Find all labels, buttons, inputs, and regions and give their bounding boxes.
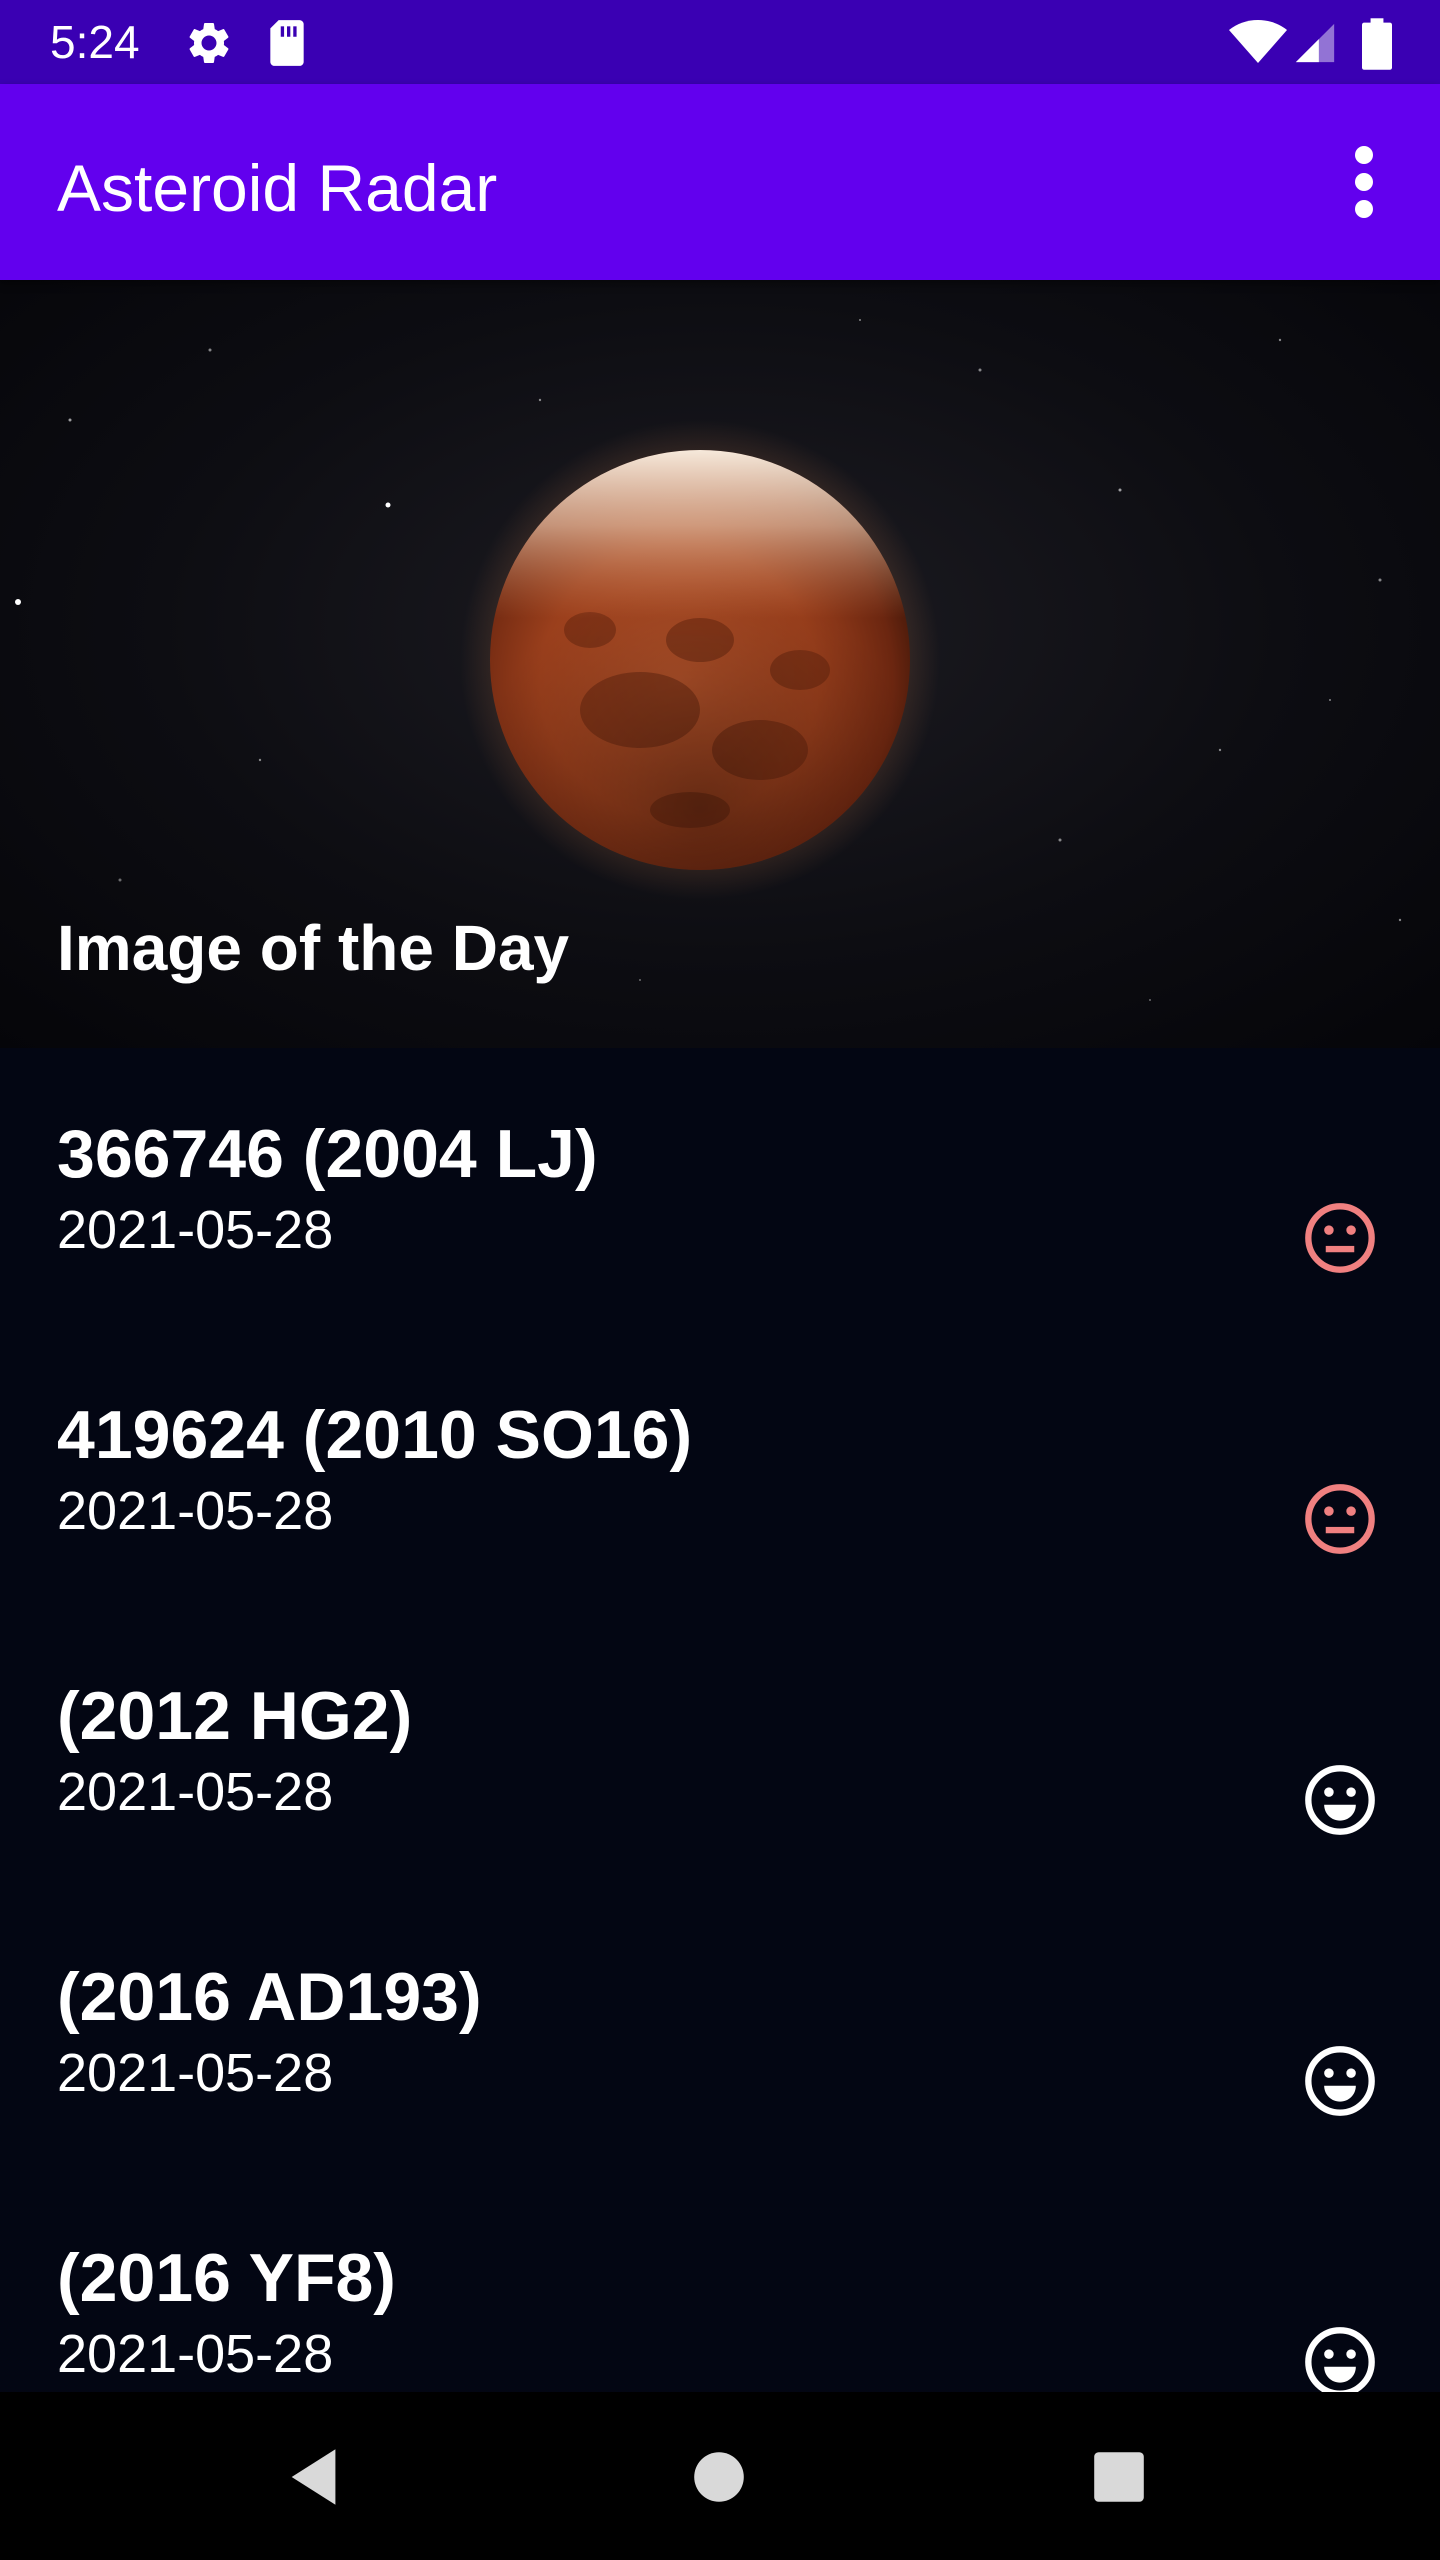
cell-signal-icon bbox=[1295, 23, 1335, 63]
app-bar: Asteroid Radar bbox=[0, 84, 1440, 280]
asteroid-date: 2021-05-28 bbox=[57, 2324, 334, 2384]
asteroid-date: 2021-05-28 bbox=[57, 1762, 334, 1822]
asteroid-name: 419624 (2010 SO16) bbox=[57, 1397, 693, 1473]
list-item[interactable]: 366746 (2004 LJ) 2021-05-28 bbox=[0, 1048, 1440, 1329]
list-item[interactable]: (2016 YF8) 2021-05-28 bbox=[0, 2172, 1440, 2392]
asteroid-name: (2016 YF8) bbox=[57, 2240, 396, 2316]
list-item[interactable]: (2012 HG2) 2021-05-28 bbox=[0, 1610, 1440, 1891]
sd-card-icon bbox=[270, 20, 304, 66]
home-icon[interactable] bbox=[684, 2442, 754, 2512]
asteroid-date: 2021-05-28 bbox=[57, 1200, 334, 1260]
image-of-the-day[interactable]: Image of the Day bbox=[0, 280, 1440, 1048]
list-item[interactable]: 419624 (2010 SO16) 2021-05-28 bbox=[0, 1329, 1440, 1610]
asteroid-date: 2021-05-28 bbox=[57, 1481, 334, 1541]
asteroid-list[interactable]: 366746 (2004 LJ) 2021-05-28 419624 (2010… bbox=[0, 1048, 1440, 2392]
image-of-the-day-title: Image of the Day bbox=[57, 912, 570, 984]
neutral-face-icon bbox=[1305, 1484, 1375, 1554]
screen: 5:24 Asteroid Radar Image of the Day 366… bbox=[0, 0, 1440, 2560]
status-bar: 5:24 bbox=[0, 0, 1440, 84]
status-time: 5:24 bbox=[50, 16, 140, 68]
wifi-icon bbox=[1229, 20, 1287, 63]
neutral-face-icon bbox=[1305, 1203, 1375, 1273]
back-icon[interactable] bbox=[280, 2442, 350, 2512]
list-item[interactable]: (2016 AD193) 2021-05-28 bbox=[0, 1891, 1440, 2172]
asteroid-name: (2012 HG2) bbox=[57, 1678, 413, 1754]
happy-face-icon bbox=[1305, 2327, 1375, 2392]
navigation-bar bbox=[0, 2392, 1440, 2560]
asteroid-date: 2021-05-28 bbox=[57, 2043, 334, 2103]
battery-icon bbox=[1362, 18, 1392, 70]
happy-face-icon bbox=[1305, 2046, 1375, 2116]
asteroid-name: 366746 (2004 LJ) bbox=[57, 1116, 598, 1192]
asteroid-name: (2016 AD193) bbox=[57, 1959, 482, 2035]
app-title: Asteroid Radar bbox=[57, 151, 498, 225]
happy-face-icon bbox=[1305, 1765, 1375, 1835]
gear-icon bbox=[189, 22, 229, 63]
overflow-menu-icon[interactable] bbox=[1334, 140, 1394, 224]
recents-icon[interactable] bbox=[1084, 2442, 1154, 2512]
